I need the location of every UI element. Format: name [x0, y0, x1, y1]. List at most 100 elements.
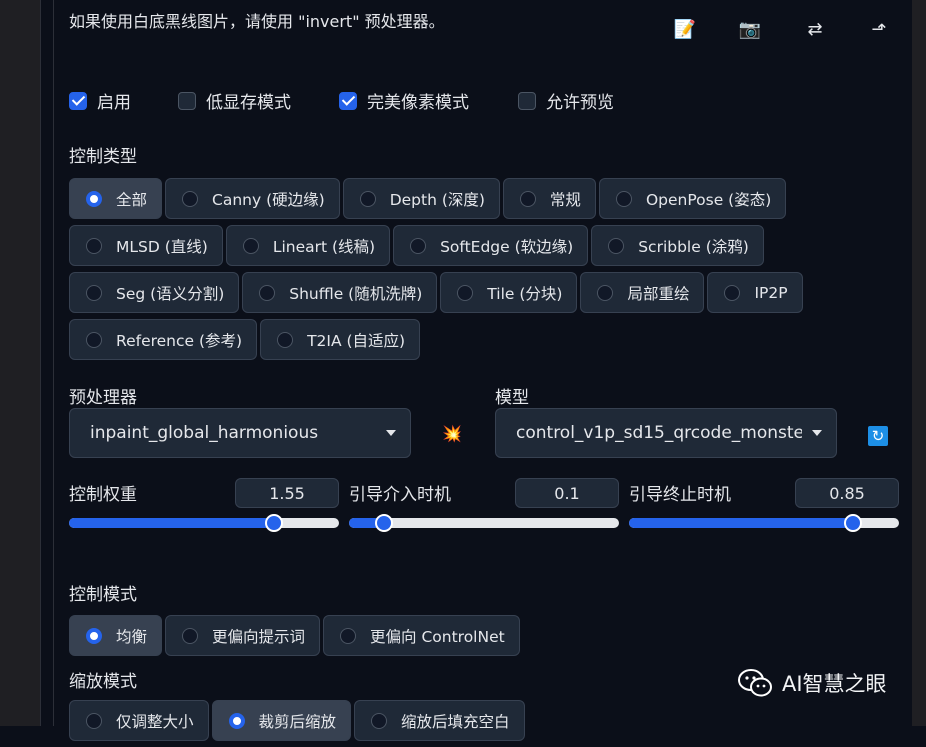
radio-option[interactable]: OpenPose (姿态) — [598, 178, 787, 219]
radio-row: 全部 Canny (硬边缘) Depth (深度) 常规 OpenPose (姿态) — [69, 178, 806, 219]
radio-option[interactable]: 缩放后填充空白 — [354, 700, 525, 741]
swap-icon[interactable]: ⇄ — [802, 18, 828, 42]
radio-option[interactable]: Seg (语义分割) — [69, 272, 240, 313]
radio-option[interactable]: T2IA (自适应) — [260, 319, 421, 360]
radio-label: Scribble (涂鸦) — [638, 237, 749, 256]
slider-number-input[interactable]: 0.1 — [515, 478, 619, 508]
radio-label: 局部重绘 — [627, 284, 690, 303]
radio-label: Reference (参考) — [116, 331, 243, 350]
radio-label: Lineart (线稿) — [272, 237, 376, 256]
radio-option[interactable]: Shuffle (随机洗牌) — [242, 272, 438, 313]
radio-row: MLSD (直线) Lineart (线稿) SoftEdge (软边缘) Scrib… — [69, 225, 806, 266]
camera-icon[interactable]: 📷 — [737, 18, 763, 42]
radio-label: 更偏向 ControlNet — [370, 627, 505, 646]
radio-option[interactable]: 裁剪后缩放 — [211, 700, 352, 741]
radio-circle[interactable] — [86, 190, 102, 207]
radio-option[interactable]: 更偏向 ControlNet — [323, 615, 520, 656]
slider-handle[interactable] — [375, 514, 394, 532]
radio-option[interactable]: 局部重绘 — [580, 272, 705, 313]
low-vram-checkbox[interactable]: 低显存模式 — [178, 88, 291, 113]
control-mode-radio-group: 均衡 更偏向提示词 更偏向 ControlNet — [69, 615, 523, 662]
slider-number-input[interactable]: 1.55 — [235, 478, 339, 508]
resize-mode-radio-group: 仅调整大小 裁剪后缩放 缩放后填充空白 — [69, 700, 528, 747]
radio-circle[interactable] — [410, 237, 427, 254]
radio-circle[interactable] — [457, 284, 474, 301]
radio-option[interactable]: Depth (深度) — [342, 178, 500, 219]
radio-label: Tile (分块) — [487, 284, 563, 303]
radio-label: 均衡 — [116, 627, 148, 646]
radio-option[interactable]: 常规 — [502, 178, 596, 219]
radio-circle[interactable] — [242, 237, 259, 254]
radio-circle[interactable] — [724, 284, 741, 301]
left-background — [0, 0, 40, 726]
radio-option[interactable]: Scribble (涂鸦) — [591, 225, 764, 266]
slider-label: 引导终止时机 — [629, 485, 731, 505]
radio-label: Seg (语义分割) — [116, 284, 225, 303]
radio-circle[interactable] — [340, 627, 357, 644]
radio-circle[interactable] — [86, 627, 102, 644]
radio-label: 仅调整大小 — [116, 712, 194, 731]
chevron-down-icon — [812, 430, 822, 436]
radio-circle[interactable] — [259, 284, 276, 301]
checkbox-label: 低显存模式 — [206, 93, 291, 113]
slider-label: 引导介入时机 — [349, 485, 451, 505]
radio-row: 仅调整大小 裁剪后缩放 缩放后填充空白 — [69, 700, 528, 741]
control-mode-label: 控制模式 — [69, 585, 137, 605]
checkbox-box[interactable] — [178, 91, 196, 110]
preprocessor-label: 预处理器 — [69, 388, 137, 408]
chevron-down-icon — [386, 430, 396, 436]
radio-option[interactable]: IP2P — [707, 272, 803, 313]
radio-option[interactable]: 更偏向提示词 — [165, 615, 321, 656]
edit-icon[interactable]: 📝 — [672, 18, 698, 42]
radio-label: 全部 — [116, 190, 148, 209]
radio-circle[interactable] — [86, 237, 102, 254]
guidance-end-slider: 引导终止时机 0.85 — [629, 478, 899, 538]
radio-circle[interactable] — [277, 331, 294, 348]
checkbox-box[interactable] — [518, 91, 536, 110]
radio-circle[interactable] — [615, 190, 632, 207]
preprocessor-dropdown[interactable]: inpaint_global_harmonious — [69, 408, 411, 458]
radio-option[interactable]: 全部 — [69, 178, 163, 219]
radio-circle[interactable] — [86, 284, 102, 301]
enable-checkbox[interactable]: 启用 — [69, 88, 131, 113]
slider-number-input[interactable]: 0.85 — [795, 478, 899, 508]
radio-option[interactable]: Lineart (线稿) — [225, 225, 391, 266]
run-preprocessor-icon[interactable]: 💥 — [442, 424, 462, 443]
model-dropdown[interactable]: control_v1p_sd15_qrcode_monster — [495, 408, 837, 458]
slider-handle[interactable] — [844, 514, 863, 532]
radio-option[interactable]: 均衡 — [69, 615, 163, 656]
radio-option[interactable]: SoftEdge (软边缘) — [393, 225, 589, 266]
radio-option[interactable]: 仅调整大小 — [69, 700, 209, 741]
radio-option[interactable]: Reference (参考) — [69, 319, 258, 360]
radio-circle[interactable] — [182, 627, 199, 644]
radio-circle[interactable] — [359, 190, 376, 207]
radio-label: 更偏向提示词 — [212, 627, 306, 646]
refresh-models-icon[interactable]: ↻ — [868, 426, 888, 446]
radio-circle[interactable] — [519, 190, 536, 207]
radio-option[interactable]: MLSD (直线) — [69, 225, 223, 266]
radio-row: Seg (语义分割) Shuffle (随机洗牌) Tile (分块) 局部重绘 IP2… — [69, 272, 806, 313]
radio-circle[interactable] — [597, 284, 614, 301]
radio-option[interactable]: Canny (硬边缘) — [165, 178, 340, 219]
preprocessor-value: inpaint_global_harmonious — [90, 423, 319, 443]
send-icon[interactable]: ⬏ — [866, 18, 892, 42]
radio-row: Reference (参考) T2IA (自适应) — [69, 319, 806, 360]
checkbox-box[interactable] — [69, 91, 87, 110]
radio-circle[interactable] — [371, 712, 388, 729]
radio-circle[interactable] — [228, 712, 245, 729]
resize-mode-label: 缩放模式 — [69, 672, 137, 692]
checkbox-box[interactable] — [339, 91, 357, 110]
pixel-perfect-checkbox[interactable]: 完美像素模式 — [339, 88, 469, 113]
slider-fill — [629, 518, 854, 528]
radio-circle[interactable] — [608, 237, 625, 254]
controlnet-panel: 如果使用白底黑线图片，请使用 "invert" 预处理器。 📝 📷 ⇄ ⬏ 启用… — [54, 0, 912, 741]
radio-circle[interactable] — [86, 331, 102, 348]
slider-track[interactable] — [69, 518, 339, 528]
slider-handle[interactable] — [265, 514, 284, 532]
allow-preview-checkbox[interactable]: 允许预览 — [518, 88, 614, 113]
slider-label: 控制权重 — [69, 485, 137, 505]
radio-circle[interactable] — [182, 190, 199, 207]
radio-circle[interactable] — [86, 712, 102, 729]
radio-option[interactable]: Tile (分块) — [440, 272, 578, 313]
control-type-label: 控制类型 — [69, 147, 137, 167]
